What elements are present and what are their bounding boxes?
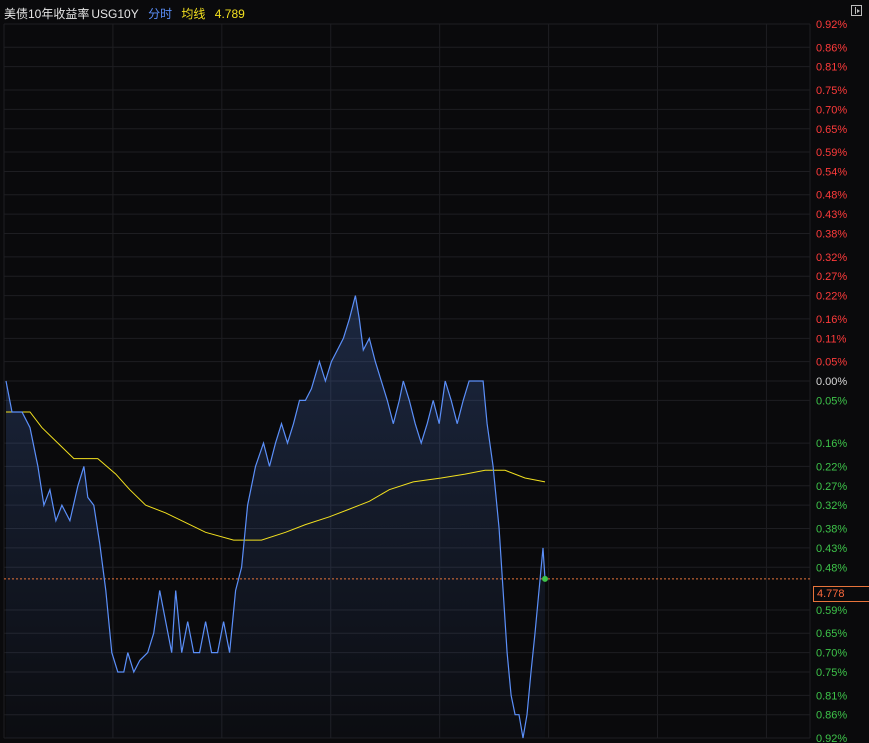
y-tick-label: 0.54% (816, 166, 847, 178)
y-tick-label: 0.81% (816, 690, 847, 702)
y-tick-label: 0.59% (816, 605, 847, 617)
y-tick-label: 0.48% (816, 562, 847, 574)
y-tick-label: 0.43% (816, 209, 847, 221)
intraday-chart[interactable]: 0.92% 0.86% 0.81% 0.75% 0.70% 0.65% 0.59% 0.54%… (0, 0, 869, 743)
y-tick-label: 0.05% (816, 395, 847, 407)
y-tick-label: 0.59% (816, 147, 847, 159)
y-tick-label: 0.32% (816, 252, 847, 264)
y-tick-label: 0.27% (816, 481, 847, 493)
y-tick-label: 0.22% (816, 461, 847, 473)
y-tick-label: 0.65% (816, 628, 847, 640)
last-price-dot (542, 575, 548, 582)
y-tick-label: 0.48% (816, 190, 847, 202)
y-tick-label: 0.81% (816, 62, 847, 74)
instrument-name: 美债10年收益率 (4, 7, 90, 21)
y-tick-label: 0.16% (816, 314, 847, 326)
y-tick-label: 0.11% (816, 333, 847, 345)
average-label: 均线 (181, 7, 206, 21)
y-tick-label: 0.92% (816, 19, 847, 31)
y-tick-label: 0.22% (816, 291, 847, 303)
current-price-tag: 4.778 (813, 586, 869, 602)
y-tick-label: 0.86% (816, 42, 847, 54)
y-axis-ticks: 0.92% 0.86% 0.81% 0.75% 0.70% 0.65% 0.59% 0.54%… (816, 19, 847, 743)
average-value: 4.789 (214, 7, 245, 21)
instrument-code: USG10Y (91, 7, 139, 21)
y-tick-label: 0.32% (816, 500, 847, 512)
y-tick-label: 0.38% (816, 229, 847, 241)
y-tick-label: 0.38% (816, 523, 847, 535)
y-tick-label: 0.43% (816, 543, 847, 555)
y-tick-label: 0.92% (816, 733, 847, 743)
chart-header: 美债10年收益率 USG10Y 分时 均线 4.789 (4, 6, 251, 22)
y-tick-label: 0.16% (816, 438, 847, 450)
y-tick-label: 0.86% (816, 710, 847, 722)
y-tick-label: 0.70% (816, 648, 847, 660)
expand-panel-icon[interactable] (851, 5, 862, 16)
y-tick-label: 0.75% (816, 85, 847, 97)
mode-tab-intraday[interactable]: 分时 (148, 7, 172, 21)
y-tick-label: 0.27% (816, 271, 847, 283)
y-tick-label: 0.65% (816, 124, 847, 136)
y-tick-label: 0.70% (816, 104, 847, 116)
y-tick-label: 0.05% (816, 357, 847, 369)
y-tick-label: 0.00% (816, 376, 847, 388)
y-tick-label: 0.75% (816, 667, 847, 679)
